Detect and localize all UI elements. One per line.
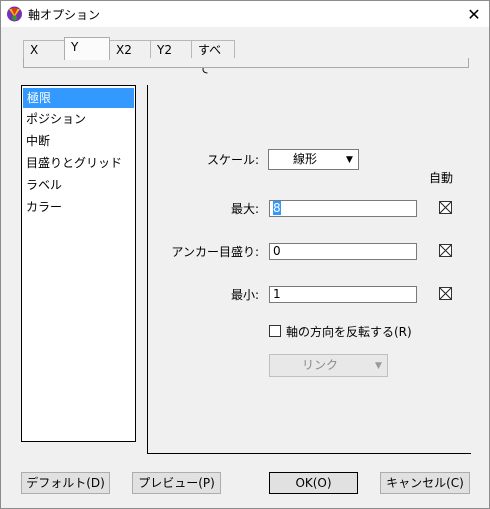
- max-field[interactable]: 8: [269, 200, 417, 217]
- ok-button[interactable]: OK(O): [269, 472, 358, 494]
- invert-axis-checkbox[interactable]: [269, 325, 281, 337]
- window-title: 軸オプション: [28, 8, 101, 22]
- max-auto-checkbox[interactable]: [439, 201, 452, 214]
- scale-value: 線形: [292, 152, 317, 166]
- anchor-auto-checkbox[interactable]: [439, 244, 452, 257]
- max-value: 8: [273, 201, 281, 215]
- min-label: 最小:: [230, 288, 259, 302]
- list-item-colors[interactable]: カラー: [22, 196, 135, 218]
- tab-x2[interactable]: X2: [109, 40, 151, 59]
- category-list[interactable]: 極限 ポジション 中断 目盛りとグリッド ラベル カラー: [21, 85, 136, 442]
- list-item-labels[interactable]: ラベル: [22, 174, 135, 196]
- title-bar: 軸オプション ✕: [1, 1, 489, 27]
- list-item-limits[interactable]: 極限: [23, 88, 134, 108]
- cross-icon: [440, 202, 451, 213]
- anchor-tick-label: アンカー目盛り:: [171, 245, 259, 259]
- axis-options-dialog: 軸オプション ✕ X Y X2 Y2 すべて 極限 ポジション 中断 目盛りとグ…: [0, 0, 490, 509]
- tab-all[interactable]: すべて: [191, 40, 235, 76]
- cross-icon: [440, 245, 451, 256]
- list-item-ticks-grids[interactable]: 目盛りとグリッド: [22, 152, 135, 174]
- max-label: 最大:: [230, 202, 259, 216]
- close-icon[interactable]: ✕: [459, 1, 489, 27]
- auto-header: 自動: [428, 171, 453, 185]
- chevron-down-icon: ▼: [375, 360, 382, 371]
- horizontal-divider: [147, 453, 471, 454]
- scale-label: スケール:: [206, 153, 259, 167]
- vertical-divider: [147, 85, 148, 453]
- cross-icon: [440, 288, 451, 299]
- link-value: リンク: [301, 358, 338, 372]
- list-item-break[interactable]: 中断: [22, 130, 135, 152]
- default-button[interactable]: デフォルト(D): [21, 472, 110, 494]
- cancel-button[interactable]: キャンセル(C): [380, 472, 470, 494]
- chevron-down-icon[interactable]: ▼: [341, 150, 358, 169]
- link-select: リンク ▼: [269, 354, 388, 377]
- scale-select[interactable]: 線形 ▼: [268, 149, 359, 170]
- tab-x[interactable]: X: [23, 40, 65, 59]
- tab-y[interactable]: Y: [64, 37, 110, 60]
- min-auto-checkbox[interactable]: [439, 287, 452, 300]
- invert-axis-label[interactable]: 軸の方向を反転する(R): [286, 323, 412, 340]
- app-icon: [7, 6, 22, 22]
- preview-button[interactable]: プレビュー(P): [132, 472, 221, 494]
- anchor-tick-field[interactable]: 0: [269, 243, 417, 260]
- list-item-position[interactable]: ポジション: [22, 108, 135, 130]
- min-field[interactable]: 1: [269, 286, 417, 303]
- tab-y2[interactable]: Y2: [150, 40, 192, 59]
